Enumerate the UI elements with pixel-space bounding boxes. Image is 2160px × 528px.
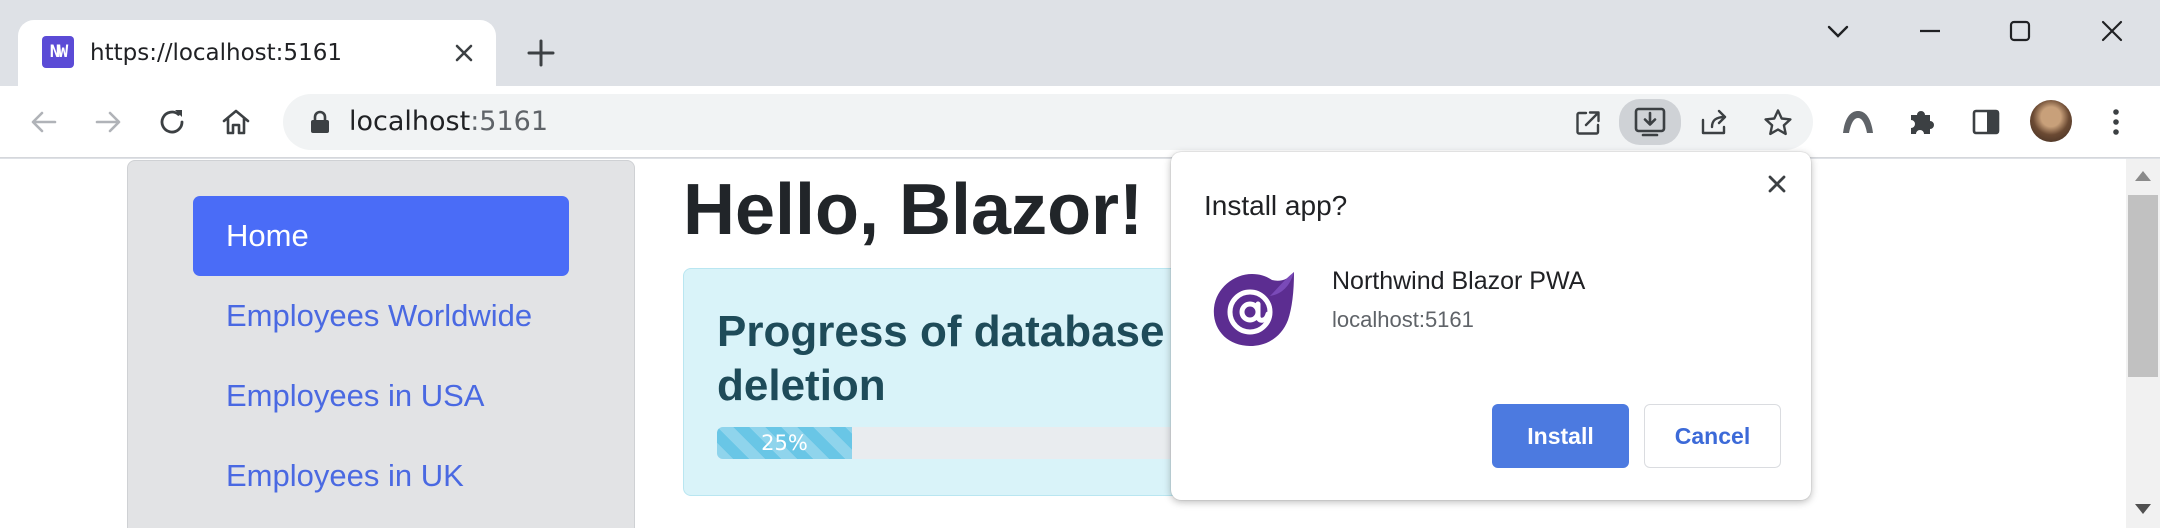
browser-tab[interactable]: NW https://localhost:5161 [18,20,496,86]
home-icon[interactable] [216,102,256,142]
forward-icon[interactable] [88,102,128,142]
back-icon[interactable] [24,102,64,142]
page-viewport: Home Employees Worldwide Employees in US… [0,159,2160,528]
install-button[interactable]: Install [1492,404,1629,468]
menu-kebab-icon[interactable] [2096,102,2136,142]
side-panel-icon[interactable] [1966,102,2006,142]
sidebar-item-employees-worldwide[interactable]: Employees Worldwide [193,276,569,356]
url-text[interactable]: localhost:5161 [349,94,548,150]
install-app-dialog: Install app? Northwind Blazor PWA localh… [1171,152,1811,500]
reload-icon[interactable] [152,102,192,142]
url-host: localhost [349,106,471,137]
scroll-thumb[interactable] [2128,195,2158,377]
install-app-icon[interactable] [1619,99,1681,145]
dialog-close-icon[interactable] [1763,170,1791,198]
open-in-app-icon[interactable] [1567,102,1609,144]
sidebar-item-employees-uk[interactable]: Employees in UK [193,436,569,516]
app-name: Northwind Blazor PWA [1332,267,1586,295]
blazor-app-icon [1204,266,1298,352]
new-tab-icon[interactable] [522,34,560,72]
share-icon[interactable] [1693,102,1735,144]
sidebar-item-employees-usa[interactable]: Employees in USA [193,356,569,436]
bookmark-star-icon[interactable] [1757,102,1799,144]
page-title: Hello, Blazor! [683,170,1144,250]
profile-avatar[interactable] [2030,100,2072,142]
vertical-scrollbar[interactable] [2126,159,2160,528]
alert-heading: Progress of database deletion [717,307,1165,410]
extensions-puzzle-icon[interactable] [1902,102,1942,142]
app-origin: localhost:5161 [1332,307,1474,332]
tab-title: https://localhost:5161 [90,40,342,66]
progress-bar: 25% [717,427,852,459]
address-bar[interactable]: localhost:5161 [283,94,1813,150]
close-window-icon[interactable] [2092,14,2132,50]
tab-close-icon[interactable] [448,37,480,69]
progress-alert: Progress of database deletion 25% [683,268,1257,496]
cancel-button[interactable]: Cancel [1644,404,1781,468]
sidebar-item-home[interactable]: Home [193,196,569,276]
lock-icon[interactable] [309,110,331,134]
url-port: :5161 [470,106,549,137]
scroll-down-icon[interactable] [2135,504,2151,514]
maximize-icon[interactable] [2000,14,2040,50]
minimize-icon[interactable] [1910,14,1950,50]
browser-toolbar: localhost:5161 [0,86,2160,158]
dialog-title: Install app? [1204,190,1348,221]
sidebar-nav: Home Employees Worldwide Employees in US… [127,160,635,528]
tab-search-chevron-icon[interactable] [1818,14,1858,50]
scroll-up-icon[interactable] [2135,171,2151,181]
tab-favicon-icon: NW [42,36,74,68]
tab-strip: NW https://localhost:5161 [0,0,2160,86]
extension-arc-icon[interactable] [1838,102,1878,142]
